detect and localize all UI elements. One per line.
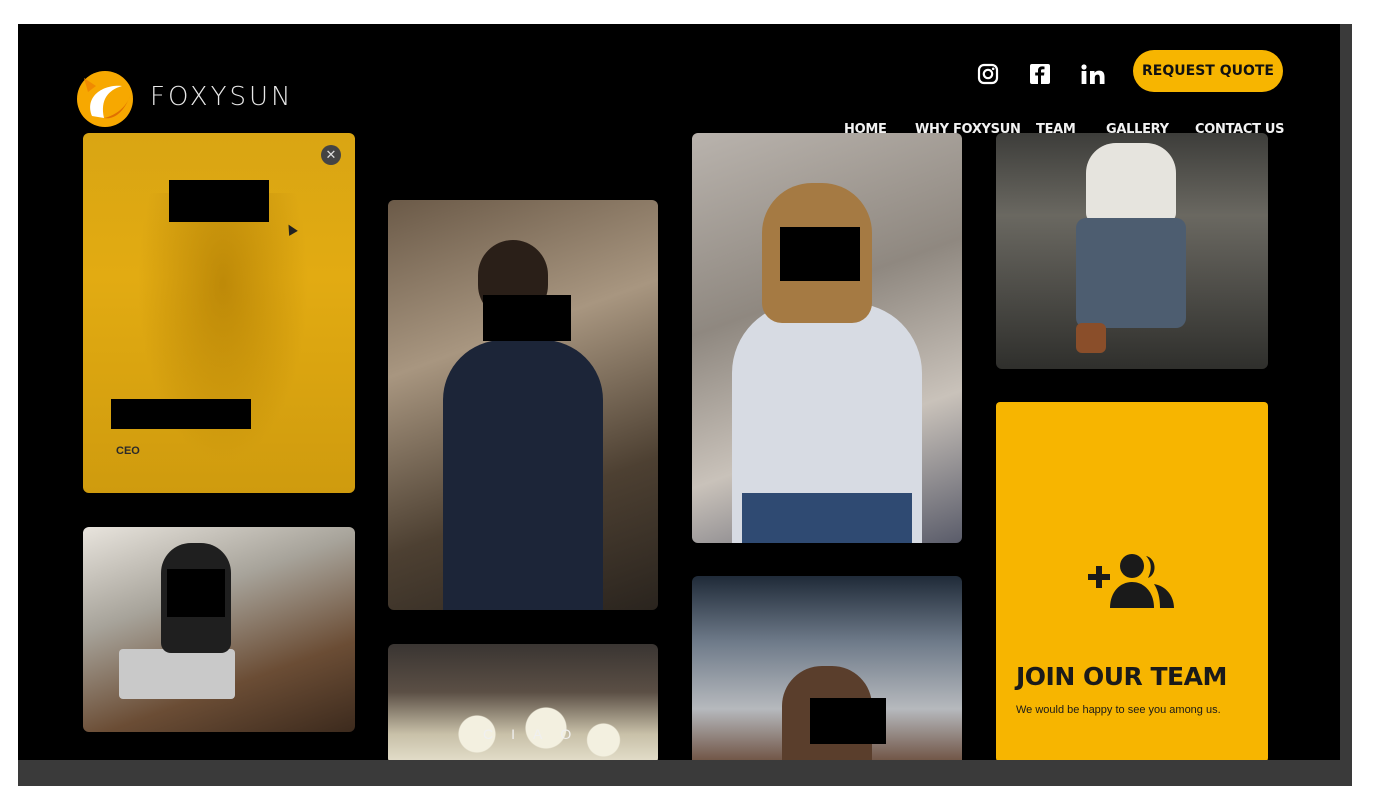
team-card-photo[interactable]: CIAO (388, 644, 658, 764)
team-card-photo[interactable] (692, 576, 962, 766)
team-card-ceo[interactable]: CEO ✕ (83, 133, 355, 493)
window-edge (1340, 24, 1352, 764)
facebook-icon (1030, 64, 1050, 84)
team-card-photo[interactable] (388, 200, 658, 610)
team-card-photo[interactable] (692, 133, 962, 543)
redacted-face (169, 180, 269, 222)
team-member-role: CEO (116, 445, 140, 457)
close-icon[interactable]: ✕ (321, 145, 341, 165)
brand-name: FOXYSUN (150, 82, 294, 112)
ciao-sign: CIAO (483, 726, 590, 742)
redacted-name (111, 399, 251, 429)
add-user-group-icon (1088, 554, 1174, 608)
linkedin-link[interactable] (1078, 60, 1112, 88)
linkedin-icon (1081, 64, 1105, 84)
person-shirt (1086, 143, 1176, 223)
redacted-face (810, 698, 886, 744)
join-team-text: We would be happy to see you among us. (1016, 704, 1221, 716)
team-card-photo[interactable] (83, 527, 355, 732)
redacted-face (780, 227, 860, 281)
bottom-bar (18, 760, 1352, 786)
person-silhouette (443, 340, 603, 610)
join-team-title: JOIN OUR TEAM (1016, 662, 1227, 691)
brand-logo[interactable]: FOXYSUN (74, 66, 293, 128)
join-team-card[interactable]: JOIN OUR TEAM We would be happy to see y… (996, 402, 1268, 762)
redacted-face (167, 569, 225, 617)
team-card-photo[interactable] (996, 133, 1268, 369)
person-jeans (742, 493, 912, 543)
instagram-link[interactable] (974, 60, 1002, 88)
request-quote-button[interactable]: REQUEST QUOTE (1133, 50, 1283, 92)
instagram-icon (977, 63, 999, 85)
ceo-photo (123, 193, 323, 493)
laptop (119, 649, 235, 699)
redacted-face (483, 295, 571, 341)
person-jeans (1076, 218, 1186, 328)
facebook-link[interactable] (1026, 60, 1054, 88)
fox-logo-icon (77, 71, 133, 127)
person-shoe (1076, 323, 1106, 353)
page-canvas: FOXYSUN REQUEST QUOTE HOME WHY FOXYSUN T… (18, 24, 1340, 786)
